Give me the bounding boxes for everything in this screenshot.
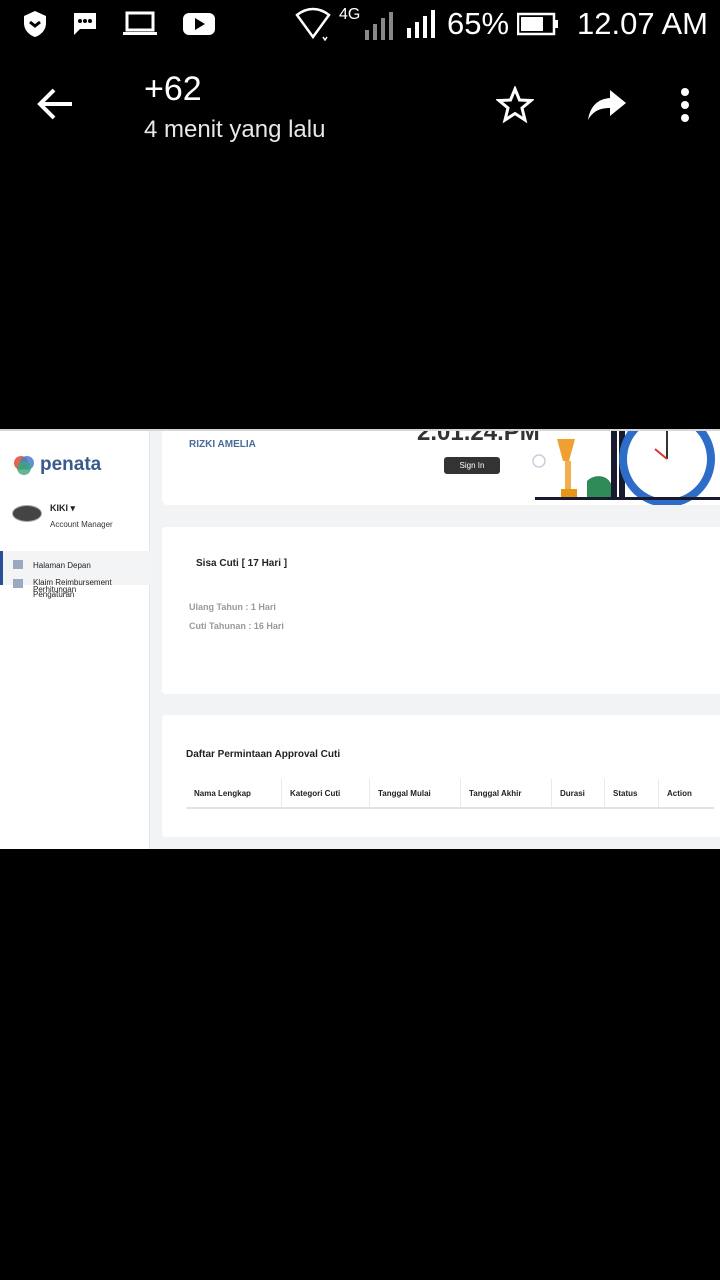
banner-user-name: RIZKI AMELIA bbox=[189, 439, 256, 450]
signal-icon bbox=[364, 12, 393, 40]
logo: penata bbox=[12, 453, 101, 477]
mobile-signal-4g: 4G bbox=[339, 6, 397, 42]
caret-down-icon: ▾ bbox=[70, 503, 76, 513]
column-header[interactable]: Kategori Cuti bbox=[282, 779, 370, 807]
receipt-icon bbox=[13, 579, 23, 588]
table-header: Nama Lengkap Kategori Cuti Tanggal Mulai… bbox=[186, 779, 714, 809]
sidebar: penata KIKI ▾ Account Manager Halaman De… bbox=[0, 431, 150, 849]
sign-in-button[interactable]: Sign In bbox=[444, 457, 500, 474]
clock: 12.07 AM bbox=[577, 6, 708, 41]
app-bar: +62 4 menit yang lalu bbox=[0, 52, 720, 162]
annual-leave-text: Cuti Tahunan : 16 Hari bbox=[189, 621, 284, 631]
back-arrow-icon[interactable] bbox=[36, 86, 76, 122]
penata-logo-icon bbox=[14, 456, 34, 475]
user-profile[interactable]: KIKI ▾ Account Manager bbox=[12, 503, 113, 529]
message-icon bbox=[74, 13, 96, 35]
column-header[interactable]: Tanggal Akhir bbox=[461, 779, 552, 807]
approval-requests-title: Daftar Permintaan Approval Cuti bbox=[186, 749, 341, 760]
more-vert-icon[interactable] bbox=[680, 87, 690, 123]
column-header[interactable]: Status bbox=[605, 779, 659, 807]
laptop-icon bbox=[123, 11, 157, 35]
message-timestamp: 4 menit yang lalu bbox=[144, 116, 326, 143]
user-name: KIKI bbox=[50, 503, 68, 513]
home-icon bbox=[13, 560, 23, 569]
approval-requests-card: Daftar Permintaan Approval Cuti Nama Len… bbox=[162, 715, 720, 837]
column-header[interactable]: Durasi bbox=[552, 779, 605, 807]
youtube-icon bbox=[183, 13, 215, 35]
leave-balance-card: Sisa Cuti [ 17 Hari ] Ulang Tahun : 1 Ha… bbox=[162, 527, 720, 694]
welcome-banner: RIZKI AMELIA 2.01.24.PM Sign In bbox=[162, 431, 720, 505]
column-header[interactable]: Action bbox=[659, 779, 714, 807]
leave-balance-title: Sisa Cuti [ 17 Hari ] bbox=[196, 558, 288, 569]
avatar bbox=[12, 505, 42, 522]
contact-title: +62 bbox=[144, 70, 202, 108]
birthday-leave-text: Ulang Tahun : 1 Hari bbox=[189, 602, 276, 612]
network-type-label: 4G bbox=[338, 6, 361, 23]
sidebar-menu: Halaman Depan Klaim Reimbursement Perhit… bbox=[0, 551, 150, 599]
column-header[interactable]: Tanggal Mulai bbox=[370, 779, 461, 807]
user-role: Account Manager bbox=[50, 520, 113, 529]
wifi-icon bbox=[295, 7, 331, 41]
battery-percent: 65% bbox=[446, 6, 510, 41]
shield-icon bbox=[24, 11, 46, 37]
logo-text: penata bbox=[40, 454, 102, 475]
clock-illustration-icon bbox=[532, 431, 720, 505]
star-icon[interactable] bbox=[496, 86, 534, 124]
share-icon[interactable] bbox=[586, 88, 628, 122]
sidebar-item-halaman-depan[interactable]: Halaman Depan bbox=[33, 561, 91, 570]
status-bar: 4G 65% 12.07 AM bbox=[0, 0, 720, 52]
signal-icon bbox=[406, 10, 435, 38]
shared-image[interactable]: penata KIKI ▾ Account Manager Halaman De… bbox=[0, 429, 720, 849]
column-header[interactable]: Nama Lengkap bbox=[186, 779, 282, 807]
sidebar-item-pengaturan[interactable]: Pengaturan bbox=[33, 590, 74, 599]
battery-icon bbox=[517, 12, 559, 36]
